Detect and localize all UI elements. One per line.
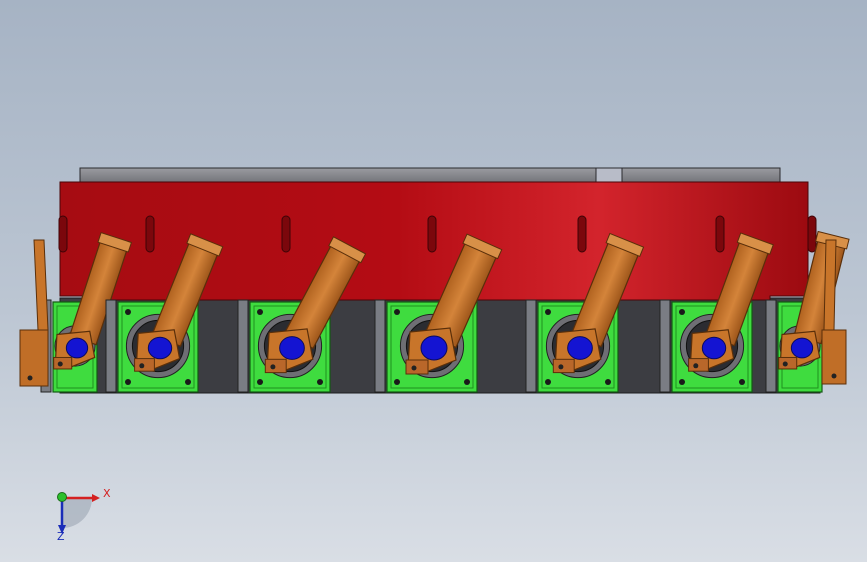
- axis-z-label: Z: [57, 530, 65, 543]
- axis-x-label: X: [103, 487, 111, 500]
- coordinate-triad-icon: [57, 492, 100, 534]
- cad-viewport[interactable]: X Z: [0, 0, 867, 562]
